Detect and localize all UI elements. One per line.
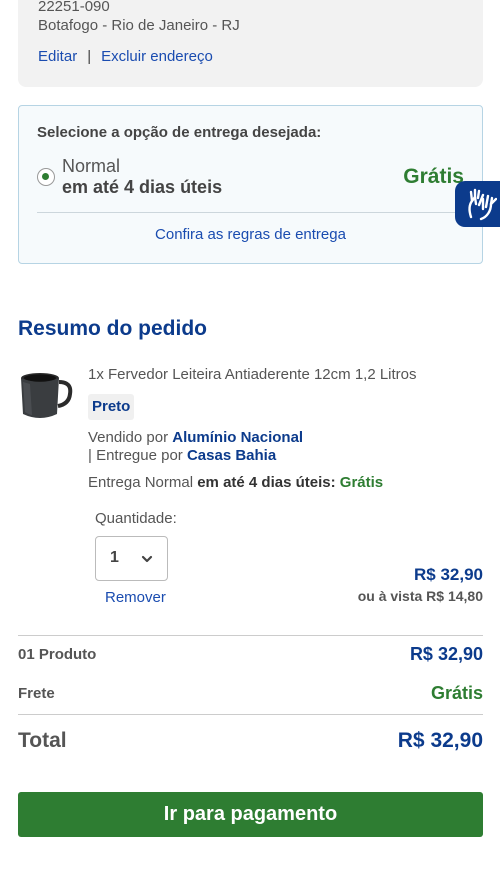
totals-divider-bottom <box>18 714 483 715</box>
delivery-option-name[interactable]: Normal <box>62 156 120 177</box>
total-label: Total <box>18 729 67 752</box>
products-subtotal: R$ 32,90 <box>409 644 483 664</box>
quantity-label: Quantidade: <box>95 510 177 527</box>
sign-language-hands-icon <box>468 188 497 221</box>
address-zip: 22251-090 <box>38 0 110 15</box>
delivery-divider <box>37 212 464 213</box>
delivery-rules-link[interactable]: Confira as regras de entrega <box>19 226 482 243</box>
address-city: Botafogo - Rio de Janeiro - RJ <box>38 17 240 34</box>
address-actions: Editar | Excluir endereço <box>38 48 213 65</box>
product-delivery-time: em até 4 dias úteis: <box>197 474 336 491</box>
delivery-options-title: Selecione a opção de entrega desejada: <box>37 124 322 141</box>
freight-label: Frete <box>18 685 55 702</box>
delivery-option-time[interactable]: em até 4 dias úteis <box>62 177 222 198</box>
total-value: R$ 32,90 <box>397 729 483 752</box>
product-image <box>21 373 73 418</box>
freight-value: Grátis <box>430 683 483 703</box>
products-count-label: 01 Produto <box>18 646 97 663</box>
order-summary-title: Resumo do pedido <box>18 317 207 340</box>
edit-address-link[interactable]: Editar <box>38 48 77 65</box>
delivery-options-card: Selecione a opção de entrega desejada: N… <box>18 105 483 264</box>
delivered-by-prefix: | Entregue por <box>88 447 183 464</box>
product-color-badge: Preto <box>88 394 135 420</box>
product-delivery-info: Entrega Normal em até 4 dias úteis: Grát… <box>88 474 383 491</box>
delivery-option-radio[interactable] <box>37 168 55 186</box>
delete-address-link[interactable]: Excluir endereço <box>101 48 213 65</box>
seller-name: Alumínio Nacional <box>172 429 304 446</box>
quantity-select[interactable]: 1 <box>95 536 168 581</box>
item-price: R$ 32,90 <box>414 565 483 584</box>
accessibility-button[interactable] <box>455 181 500 227</box>
address-actions-separator: | <box>87 48 92 65</box>
item-cash-price: ou à vista R$ 14,80 <box>357 588 483 604</box>
totals-divider-top <box>18 635 483 636</box>
go-to-payment-button[interactable]: Ir para pagamento <box>18 792 483 837</box>
product-name[interactable]: 1x Fervedor Leiteira Antiaderente 12cm 1… <box>88 366 417 383</box>
delivered-by: | Entregue por Casas Bahia <box>88 447 276 464</box>
quantity-value[interactable]: 1 <box>110 549 119 567</box>
sold-by-prefix: Vendido por <box>88 429 169 446</box>
remove-item-link[interactable]: Remover <box>105 589 166 606</box>
product-delivery-prefix: Entrega Normal <box>88 474 194 491</box>
sold-by: Vendido por Alumínio Nacional <box>88 429 303 446</box>
chevron-down-icon <box>141 555 153 563</box>
product-delivery-price: Grátis <box>339 474 384 491</box>
deliverer-name: Casas Bahia <box>186 447 277 464</box>
delivery-rules-label[interactable]: Confira as regras de entrega <box>155 226 346 243</box>
delivery-option-price: Grátis <box>403 165 464 188</box>
address-card: 22251-090 Botafogo - Rio de Janeiro - RJ… <box>18 0 483 87</box>
